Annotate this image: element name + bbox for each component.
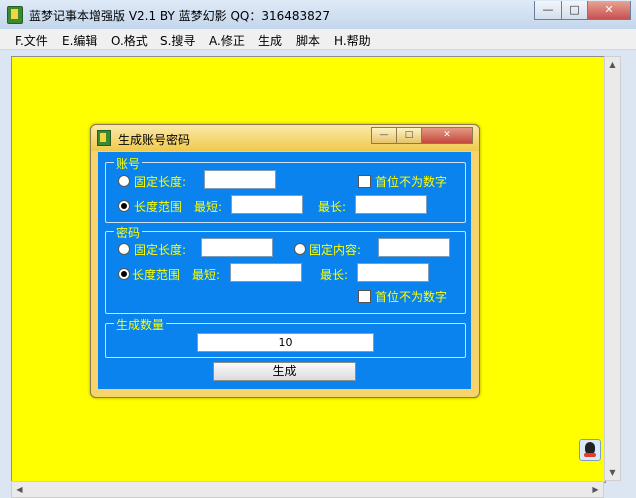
window-title: 蓝梦记事本增强版 V2.1 BY 蓝梦幻影 QQ：316483827: [29, 9, 331, 23]
password-fixed-length-radio[interactable]: [118, 243, 130, 255]
menubar: F.文件 E.编辑 O.格式 S.搜寻 A.修正 生成 脚本 H.帮助: [0, 29, 636, 50]
menu-script[interactable]: 脚本: [296, 32, 320, 49]
minimize-button[interactable]: —: [534, 1, 562, 20]
account-fixed-length-input[interactable]: [204, 170, 276, 189]
generate-button[interactable]: 生成: [213, 362, 356, 381]
account-range-label: 长度范围: [134, 200, 183, 214]
count-input[interactable]: [197, 333, 374, 352]
account-min-label: 最短:: [194, 200, 223, 214]
password-range-label: 长度范围: [132, 268, 181, 282]
password-fixed-content-label: 固定内容:: [309, 243, 362, 257]
menu-generate[interactable]: 生成: [258, 32, 282, 49]
account-first-not-digit-checkbox[interactable]: [358, 175, 371, 188]
dialog-title: 生成账号密码: [118, 133, 191, 147]
account-group: 账号 固定长度: 首位不为数字 长度范围 最短: 最长:: [105, 155, 466, 223]
password-max-label: 最长:: [320, 268, 349, 282]
dialog-app-icon: [97, 130, 111, 146]
menu-search[interactable]: S.搜寻: [160, 32, 195, 49]
menu-help[interactable]: H.帮助: [334, 32, 371, 49]
account-fixed-length-label: 固定长度:: [134, 175, 187, 189]
close-button[interactable]: ✕: [587, 1, 631, 20]
menu-file[interactable]: F.文件: [15, 32, 48, 49]
password-first-not-digit-label: 首位不为数字: [375, 290, 448, 304]
password-min-label: 最短:: [192, 268, 221, 282]
account-max-label: 最长:: [318, 200, 347, 214]
menu-format[interactable]: O.格式: [111, 32, 148, 49]
horizontal-scrollbar[interactable]: ◀ ▶: [11, 481, 604, 498]
account-first-not-digit-label: 首位不为数字: [375, 175, 448, 189]
count-group: 生成数量: [105, 316, 466, 358]
password-fixed-content-input[interactable]: [378, 238, 450, 257]
password-fixed-content-radio[interactable]: [294, 243, 306, 255]
menu-edit[interactable]: E.编辑: [62, 32, 97, 49]
dialog-maximize-button[interactable]: □: [396, 127, 422, 144]
notepad-app-icon: [7, 6, 23, 24]
qq-penguin-icon[interactable]: [579, 439, 601, 461]
count-legend: 生成数量: [114, 316, 167, 333]
password-group: 密码 固定长度: 固定内容: 长度范围 最短: 最长: 首位不为数字: [105, 224, 466, 314]
maximize-button[interactable]: □: [561, 1, 588, 20]
scroll-up-icon[interactable]: ▲: [605, 57, 620, 72]
password-range-radio[interactable]: [118, 268, 130, 280]
password-max-input[interactable]: [357, 263, 429, 282]
password-legend: 密码: [114, 224, 143, 241]
password-fixed-length-input[interactable]: [201, 238, 273, 257]
generate-account-dialog: 生成账号密码 — □ ✕ 账号 固定长度: 首位不为数字 长度范围 最短: 最长…: [90, 124, 480, 398]
password-first-not-digit-checkbox[interactable]: [358, 290, 371, 303]
dialog-body: 账号 固定长度: 首位不为数字 长度范围 最短: 最长: 密码 固定长度: 固定…: [98, 152, 471, 389]
password-fixed-length-label: 固定长度:: [134, 243, 187, 257]
scroll-left-icon[interactable]: ◀: [12, 482, 27, 497]
password-min-input[interactable]: [230, 263, 302, 282]
window-titlebar[interactable]: 蓝梦记事本增强版 V2.1 BY 蓝梦幻影 QQ：316483827 — □ ✕: [0, 0, 636, 29]
dialog-titlebar[interactable]: 生成账号密码 — □ ✕: [91, 125, 479, 151]
scroll-down-icon[interactable]: ▼: [605, 465, 620, 480]
vertical-scrollbar[interactable]: ▲ ▼: [604, 56, 621, 481]
dialog-close-button[interactable]: ✕: [421, 127, 473, 144]
account-max-input[interactable]: [355, 195, 427, 214]
menu-fix[interactable]: A.修正: [209, 32, 245, 49]
dialog-minimize-button[interactable]: —: [371, 127, 397, 144]
account-min-input[interactable]: [231, 195, 303, 214]
account-range-radio[interactable]: [118, 200, 130, 212]
scroll-right-icon[interactable]: ▶: [588, 482, 603, 497]
account-fixed-length-radio[interactable]: [118, 175, 130, 187]
account-legend: 账号: [114, 155, 143, 172]
